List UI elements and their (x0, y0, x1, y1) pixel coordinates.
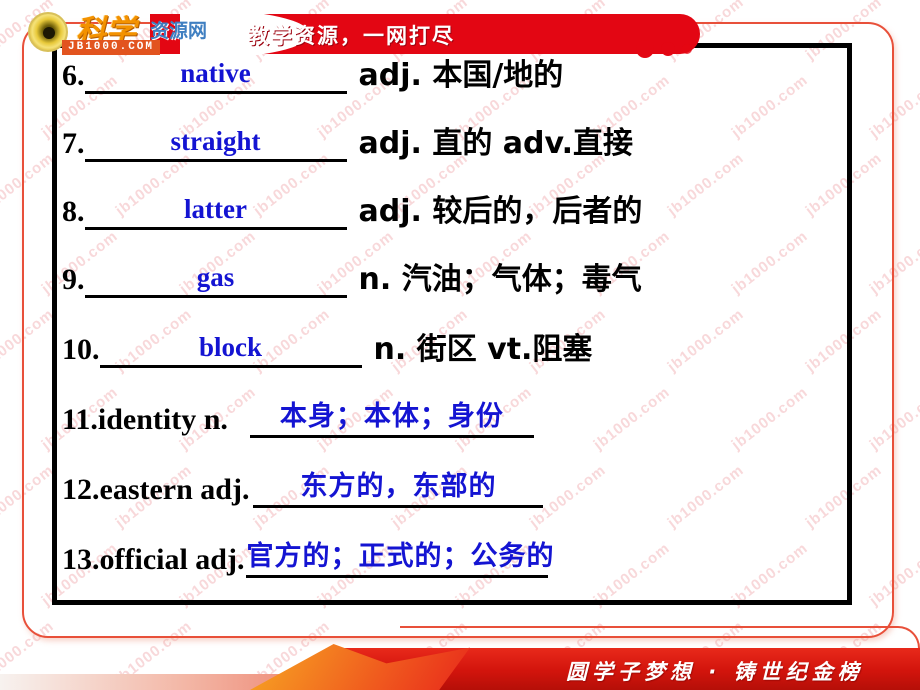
item-number: 12. (62, 473, 100, 506)
answer-blank[interactable]: block (99, 330, 362, 368)
item-definition: n. 汽油；气体；毒气 (358, 262, 642, 297)
vocabulary-row: 6. native adj. 本国/地的 (62, 56, 563, 94)
item-definition: adj. 较后的，后者的 (358, 194, 643, 229)
answer-blank[interactable]: latter (84, 192, 347, 230)
item-definition: n. 街区 vt.阻塞 (373, 332, 593, 367)
vocabulary-row: 8. latter adj. 较后的，后者的 (62, 192, 642, 230)
item-number: 13. (62, 543, 100, 576)
vocabulary-row: 11. identity n. 本身；本体；身份 (62, 400, 534, 438)
vocabulary-list: 6. native adj. 本国/地的 7. straight adj. 直的… (62, 52, 852, 600)
answer-blank[interactable]: gas (84, 260, 347, 298)
item-number: 8. (62, 195, 85, 228)
footer-slogan: 圆学子梦想 · 铸世纪金榜 (566, 660, 864, 684)
answer-blank[interactable]: 东方的，东部的 (253, 470, 544, 508)
item-headword: official adj. (99, 543, 245, 576)
item-definition: adj. 直的 adv.直接 (358, 126, 634, 161)
item-number: 9. (62, 263, 85, 296)
vocabulary-row: 12. eastern adj. 东方的，东部的 (62, 470, 544, 508)
answer-blank[interactable]: straight (84, 124, 347, 162)
item-number: 10. (62, 333, 100, 366)
item-headword: eastern adj. (99, 473, 250, 506)
item-headword: identity n. (97, 403, 228, 436)
item-number: 7. (62, 127, 85, 160)
vocabulary-row: 10. block n. 街区 vt.阻塞 (62, 330, 592, 368)
vocabulary-row: 13. official adj. 官方的；正式的；公务的 (62, 540, 553, 578)
vocabulary-row: 9. gas n. 汽油；气体；毒气 (62, 260, 642, 298)
item-number: 11. (62, 403, 98, 436)
answer-blank[interactable]: 官方的；正式的；公务的 (246, 540, 553, 578)
footer-frame-curve (400, 626, 920, 648)
item-number: 6. (62, 59, 85, 92)
answer-blank[interactable]: 本身；本体；身份 (249, 400, 534, 438)
answer-blank[interactable]: native (84, 56, 347, 94)
item-definition: adj. 本国/地的 (358, 58, 564, 93)
site-footer-ribbon: 圆学子梦想 · 铸世纪金榜 (0, 626, 920, 690)
vocabulary-row: 7. straight adj. 直的 adv.直接 (62, 124, 633, 162)
